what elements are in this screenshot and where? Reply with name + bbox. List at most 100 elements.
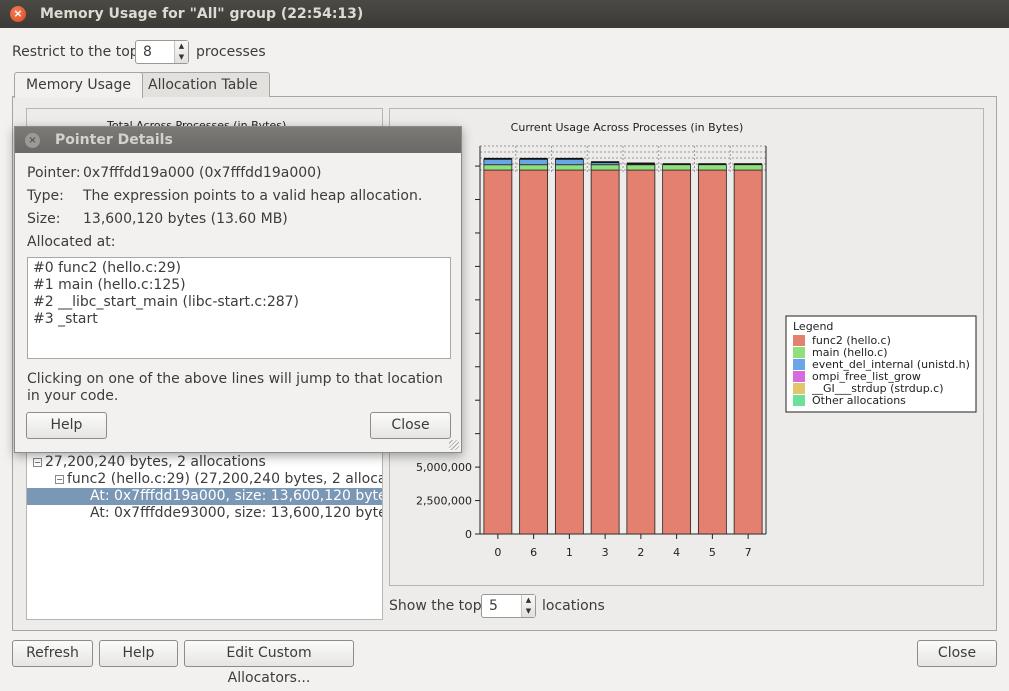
- bar-segment: [519, 164, 549, 171]
- pointer-details-dialog: × Pointer Details Pointer: 0x7fffdd19a00…: [14, 126, 462, 453]
- usage-chart: Current Usage Across Processes (in Bytes…: [416, 121, 977, 559]
- restrict-prefix-label: Restrict to the top: [12, 44, 139, 60]
- tree-row[interactable]: − func2 (hello.c:29) (27,200,240 bytes, 2…: [27, 471, 382, 488]
- bar-segment: [733, 169, 763, 535]
- spinner-arrows[interactable]: ▲ ▼: [521, 595, 535, 617]
- collapse-icon[interactable]: −: [55, 475, 64, 484]
- legend-swatch: [793, 383, 805, 394]
- bar-segment: [626, 163, 656, 166]
- bar-cap: [519, 157, 548, 160]
- window-titlebar: × Memory Usage for "All" group (22:54:13…: [0, 0, 1009, 28]
- dialog-titlebar: × Pointer Details: [15, 127, 461, 153]
- help-button[interactable]: Help: [99, 640, 178, 667]
- close-button[interactable]: Close: [917, 640, 997, 667]
- allocation-tree[interactable]: −27,200,240 bytes, 2 allocations − func2 …: [27, 452, 382, 619]
- restrict-suffix-label: processes: [196, 44, 266, 60]
- y-tick-label: 2,500,000: [416, 495, 472, 508]
- dialog-close-icon[interactable]: ×: [25, 133, 40, 148]
- tree-row[interactable]: At: 0x7fffdde93000, size: 13,600,120 byt…: [27, 505, 382, 522]
- window-close-icon[interactable]: ×: [10, 6, 26, 22]
- bar-cap: [591, 161, 620, 163]
- dialog-hint: Clicking on one of the above lines will …: [27, 371, 443, 404]
- spinner-up-icon[interactable]: ▲: [522, 595, 535, 606]
- stack-frame[interactable]: #3 _start: [28, 311, 450, 328]
- x-tick-label: 0: [494, 546, 501, 559]
- bar-segment: [519, 169, 549, 535]
- bar-segment: [554, 164, 584, 171]
- type-value: The expression points to a valid heap al…: [83, 188, 423, 204]
- bar-cap: [626, 162, 655, 165]
- bar-cap: [555, 157, 584, 160]
- bar-cap: [734, 163, 763, 165]
- bar-segment: [662, 164, 692, 171]
- bar-segment: [590, 162, 620, 166]
- chart-title: Current Usage Across Processes (in Bytes…: [511, 121, 744, 134]
- show-top-spinner[interactable]: 5 ▲ ▼: [481, 594, 536, 618]
- spinner-up-icon[interactable]: ▲: [175, 41, 188, 52]
- bar-segment: [483, 164, 513, 171]
- show-top-suffix: locations: [542, 598, 605, 614]
- size-value: 13,600,120 bytes (13.60 MB): [83, 211, 288, 227]
- allocated-at-label: Allocated at:: [27, 234, 116, 250]
- spinner-down-icon[interactable]: ▼: [175, 52, 188, 63]
- restrict-count-spinner[interactable]: 8 ▲ ▼: [135, 40, 189, 64]
- dialog-title: Pointer Details: [55, 132, 173, 148]
- legend-swatch: [793, 395, 805, 406]
- size-label: Size:: [27, 211, 61, 227]
- pointer-value: 0x7fffdd19a000 (0x7fffdd19a000): [83, 165, 322, 181]
- bar-segment: [483, 158, 513, 166]
- tab-allocation-table[interactable]: Allocation Table: [136, 72, 270, 97]
- x-tick-label: 1: [566, 546, 573, 559]
- pointer-label: Pointer:: [27, 165, 81, 181]
- x-tick-label: 3: [602, 546, 609, 559]
- stack-frame[interactable]: #2 __libc_start_main (libc-start.c:287): [28, 294, 450, 311]
- bar-cap: [483, 157, 512, 160]
- bar-segment: [519, 158, 549, 166]
- x-tick-label: 7: [745, 546, 752, 559]
- window-title: Memory Usage for "All" group (22:54:13): [40, 6, 364, 22]
- legend-swatch: [793, 335, 805, 346]
- x-tick-label: 2: [637, 546, 644, 559]
- legend-title: Legend: [793, 320, 833, 333]
- legend-swatch: [793, 359, 805, 370]
- bar-segment: [590, 164, 620, 171]
- bar-segment: [483, 169, 513, 535]
- tree-row[interactable]: −27,200,240 bytes, 2 allocations: [27, 454, 382, 471]
- bar-segment: [590, 169, 620, 535]
- resize-grip-icon[interactable]: [449, 440, 459, 450]
- bar-segment: [626, 169, 656, 535]
- y-tick-label: 0: [465, 528, 472, 541]
- type-label: Type:: [27, 188, 64, 204]
- legend-swatch: [793, 371, 805, 382]
- bar-segment: [733, 164, 763, 171]
- show-top-label: Show the top: [389, 598, 482, 614]
- refresh-button[interactable]: Refresh: [12, 640, 93, 667]
- x-tick-label: 5: [709, 546, 716, 559]
- y-tick-label: 5,000,000: [416, 461, 472, 474]
- bar-segment: [697, 169, 727, 535]
- spinner-down-icon[interactable]: ▼: [522, 606, 535, 617]
- stack-frame[interactable]: #1 main (hello.c:125): [28, 277, 450, 294]
- restrict-row: Restrict to the top: [12, 40, 139, 66]
- bar-segment: [626, 164, 656, 171]
- tree-row-selected[interactable]: At: 0x7fffdd19a000, size: 13,600,120 byt…: [27, 488, 382, 505]
- dialog-help-button[interactable]: Help: [26, 412, 107, 439]
- restrict-count-value[interactable]: 8: [143, 43, 152, 61]
- edit-custom-allocators-button[interactable]: Edit Custom Allocators...: [184, 640, 354, 686]
- dialog-close-button[interactable]: Close: [370, 412, 451, 439]
- x-tick-label: 4: [673, 546, 680, 559]
- bar-segment: [697, 164, 727, 171]
- spinner-arrows[interactable]: ▲ ▼: [174, 41, 188, 63]
- bar-segment: [554, 158, 584, 166]
- collapse-icon[interactable]: −: [33, 458, 42, 467]
- legend-swatch: [793, 347, 805, 358]
- x-tick-label: 6: [530, 546, 537, 559]
- bar-cap: [662, 163, 691, 165]
- bar-cap: [698, 163, 727, 165]
- bar-segment: [662, 169, 692, 535]
- stack-frame[interactable]: #0 func2 (hello.c:29): [28, 260, 450, 277]
- legend-entry: Other allocations: [812, 394, 906, 407]
- tab-memory-usage[interactable]: Memory Usage: [14, 72, 144, 98]
- stack-trace-list[interactable]: #0 func2 (hello.c:29) #1 main (hello.c:1…: [27, 257, 451, 359]
- show-top-value[interactable]: 5: [489, 597, 498, 615]
